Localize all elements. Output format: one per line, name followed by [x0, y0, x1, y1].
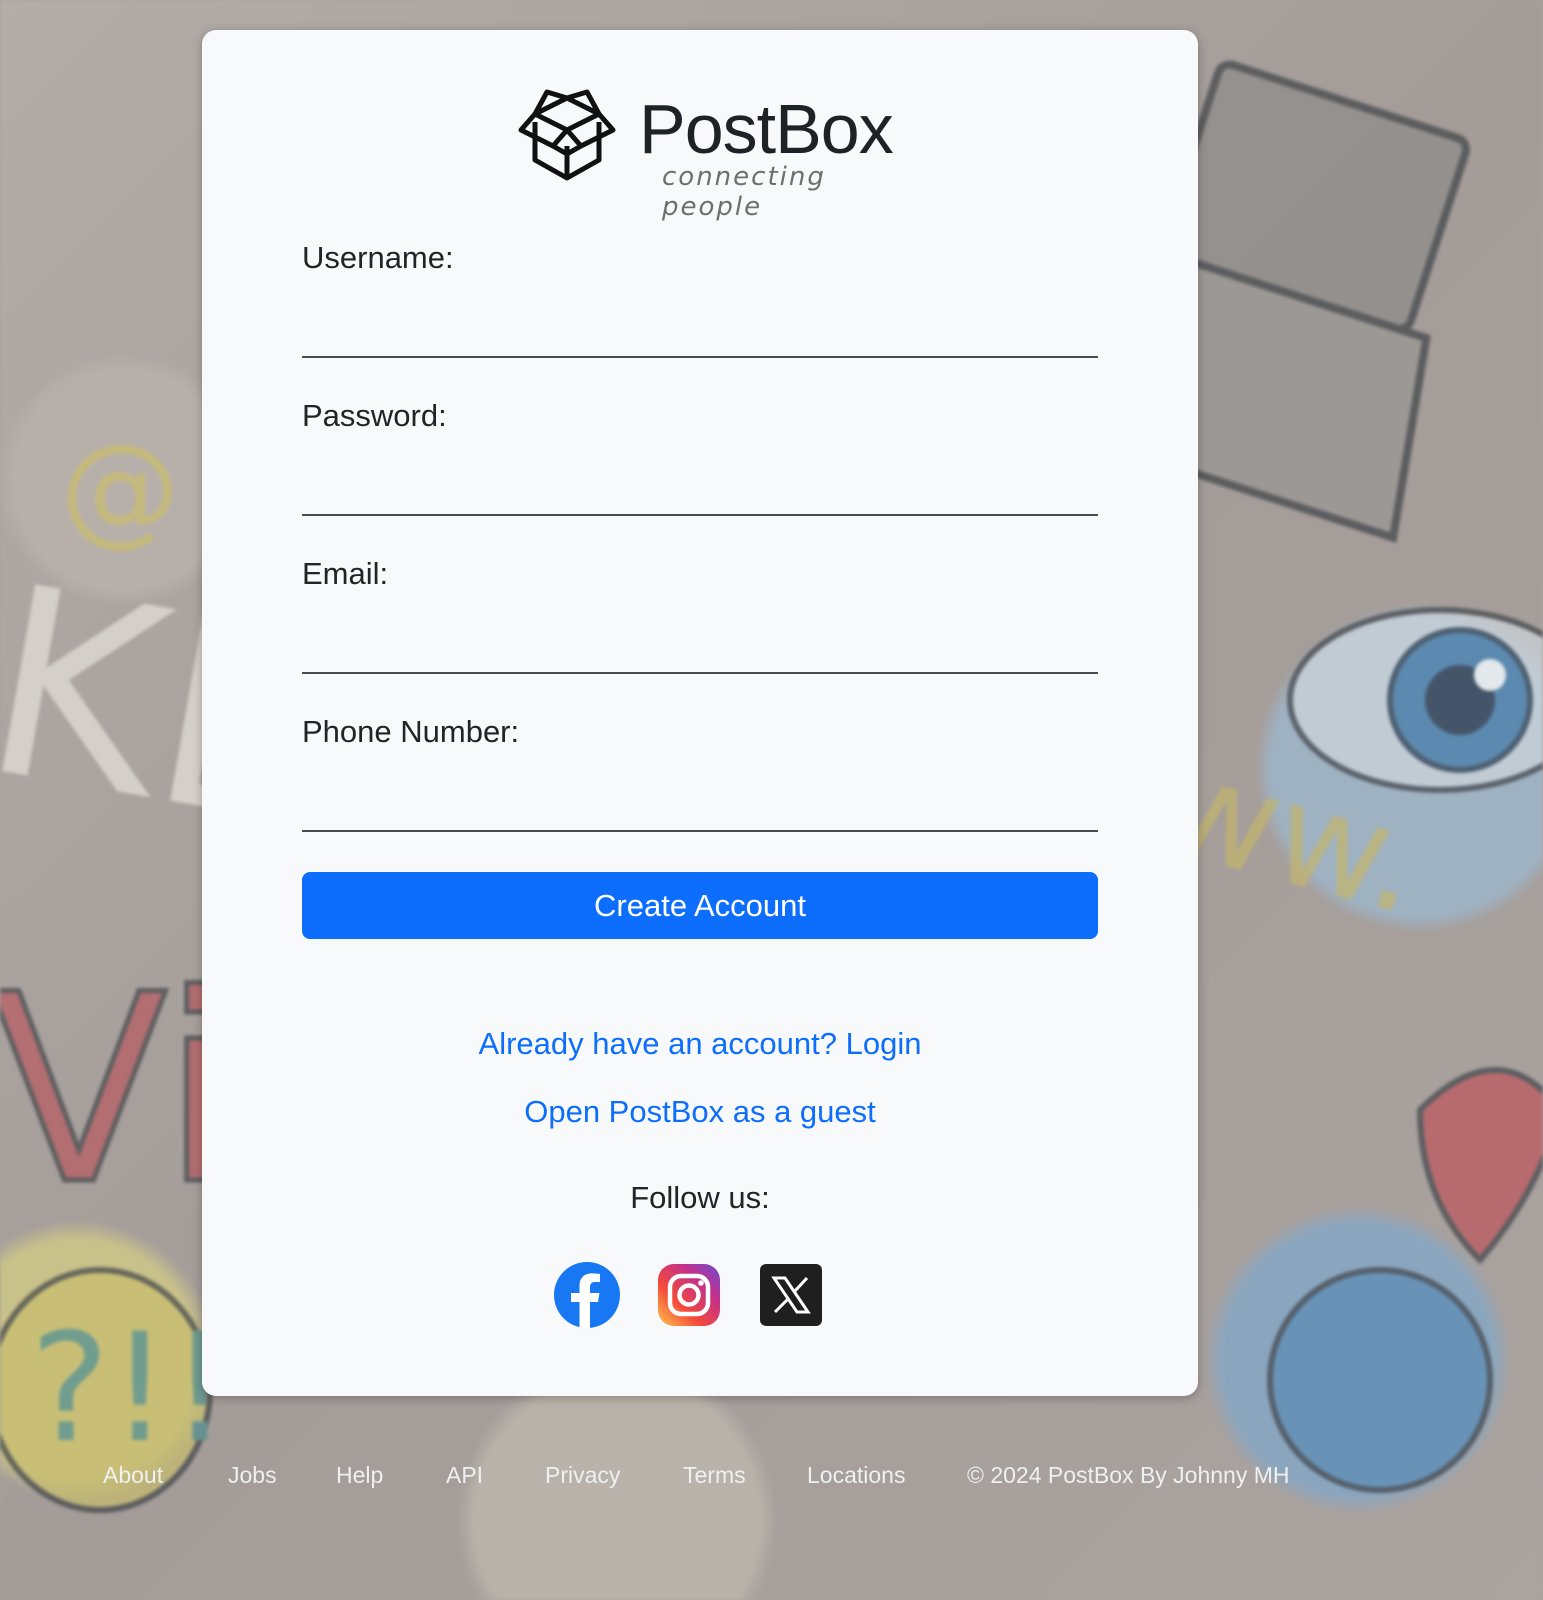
guest-link[interactable]: Open PostBox as a guest [202, 1094, 1198, 1130]
brand-tagline: connecting people [662, 162, 826, 222]
footer-nav: About Jobs Help API Privacy Terms Locati… [0, 1462, 1543, 1502]
brand-name: PostBox [639, 90, 894, 168]
phone-field-group: Phone Number: [302, 714, 1098, 839]
email-label: Email: [302, 556, 389, 591]
login-link[interactable]: Already have an account? Login [202, 1026, 1198, 1062]
username-input[interactable] [302, 298, 1098, 358]
social-links [554, 1262, 854, 1332]
username-field-group: Username: [302, 240, 1098, 365]
footer-link-privacy[interactable]: Privacy [545, 1462, 620, 1489]
username-label: Username: [302, 240, 454, 275]
x-icon[interactable] [758, 1262, 824, 1328]
footer-link-help[interactable]: Help [336, 1462, 383, 1489]
footer-link-locations[interactable]: Locations [807, 1462, 905, 1489]
footer-link-terms[interactable]: Terms [683, 1462, 746, 1489]
create-account-button[interactable]: Create Account [302, 872, 1098, 939]
svg-text:@: @ [60, 420, 180, 559]
svg-text:Vi: Vi [0, 940, 234, 1242]
open-box-icon [518, 89, 616, 181]
footer-link-jobs[interactable]: Jobs [228, 1462, 277, 1489]
follow-us-heading: Follow us: [630, 1180, 770, 1215]
email-input[interactable] [302, 614, 1098, 674]
facebook-icon[interactable] [554, 1262, 620, 1328]
phone-input[interactable] [302, 772, 1098, 832]
svg-text:?!!: ?!! [30, 1302, 230, 1476]
footer-copyright: © 2024 PostBox By Johnny MH [967, 1462, 1290, 1488]
password-label: Password: [302, 398, 447, 433]
signup-card: PostBox connecting people Username: Pass… [202, 30, 1198, 1396]
brand-logo: PostBox connecting people [517, 88, 897, 222]
instagram-icon[interactable] [656, 1262, 722, 1328]
footer-link-api[interactable]: API [446, 1462, 483, 1489]
footer-link-about[interactable]: About [103, 1462, 163, 1489]
password-input[interactable] [302, 456, 1098, 516]
email-field-group: Email: [302, 556, 1098, 681]
phone-label: Phone Number: [302, 714, 520, 749]
password-field-group: Password: [302, 398, 1098, 523]
